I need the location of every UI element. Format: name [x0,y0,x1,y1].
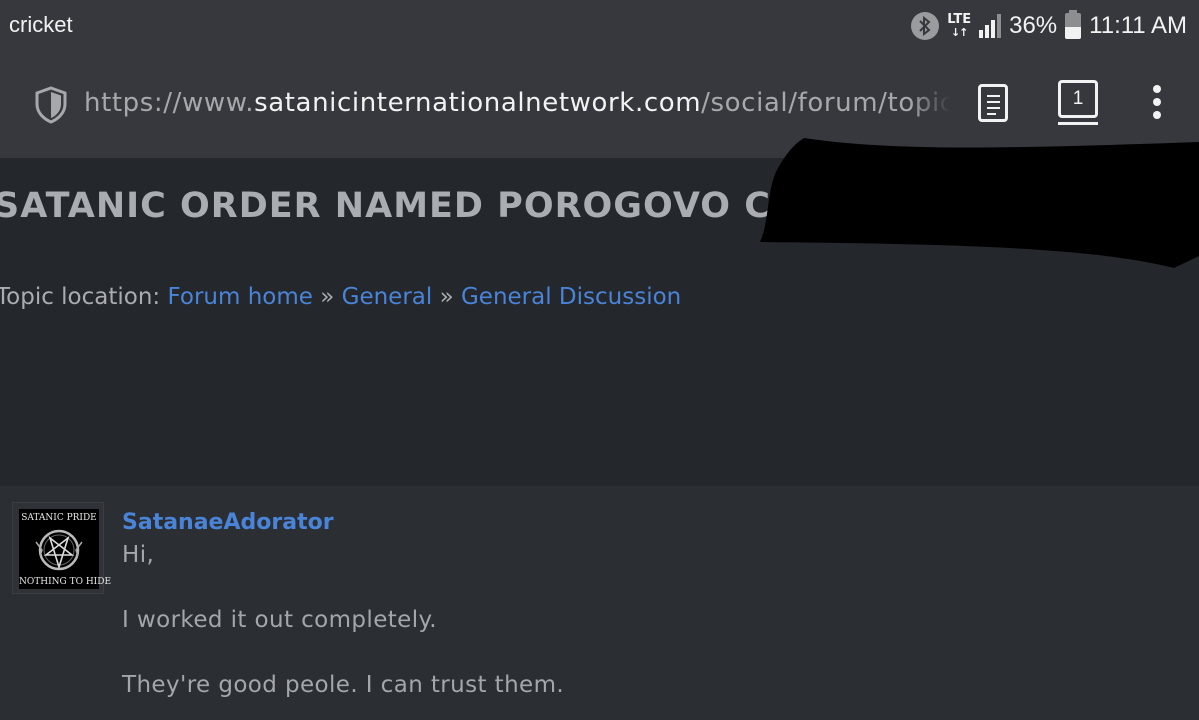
pentagram-icon [35,529,83,571]
status-bar: cricket LTE ↓↑ 36% 11:11 AM [0,0,1199,52]
clock: 11:11 AM [1089,12,1187,39]
bluetooth-icon [911,12,940,40]
tabs-underline [1058,122,1098,125]
avatar[interactable]: SATANIC PRIDE NOTHING TO HIDE [12,502,112,594]
network-type: LTE [947,12,972,27]
url-domain: satanicinternationalnetwork.com [254,88,702,118]
shield-icon[interactable] [34,86,68,124]
post-line-3: They're good peole. I can trust them. [122,672,565,698]
breadcrumb-forum-home[interactable]: Forum home [167,284,312,310]
breadcrumb-general-discussion[interactable]: General Discussion [461,284,681,310]
forum-post: SATANIC PRIDE NOTHING TO HIDE SatanaeAdo… [0,486,1199,720]
url-field[interactable]: https://www.satanicinternationalnetwork.… [84,88,950,118]
post-author-link[interactable]: SatanaeAdorator [122,510,334,535]
tab-count: 1 [1058,80,1098,118]
lte-icon: LTE ↓↑ [947,12,972,39]
avatar-bottom-text: NOTHING TO HIDE [19,577,112,587]
battery-icon [1065,10,1082,39]
redaction-scribble [760,138,1199,268]
post-line-2: I worked it out completely. [122,607,437,633]
battery-percent: 36% [1009,12,1058,39]
breadcrumb-prefix: Topic location: [0,284,168,310]
page-title: SATANIC ORDER NAMED POROGOVO CLUB [0,186,851,226]
status-icons: LTE ↓↑ 36% 11:11 AM [911,8,1187,44]
breadcrumb-separator: » [312,284,342,310]
post-line-1: Hi, [122,542,155,568]
breadcrumb-general[interactable]: General [342,284,433,310]
breadcrumb: Topic location: Forum home » General » G… [0,284,681,310]
menu-icon[interactable] [1150,85,1164,125]
signal-icon [979,14,1002,38]
tabs-button[interactable]: 1 [1058,80,1098,126]
url-fade [910,80,950,130]
reader-mode-icon[interactable] [978,84,1008,122]
avatar-image: SATANIC PRIDE NOTHING TO HIDE [19,509,112,589]
carrier-name: cricket [9,12,73,37]
breadcrumb-separator: » [432,284,461,310]
url-prefix: https://www. [84,88,255,118]
avatar-top-text: SATANIC PRIDE [21,513,97,523]
